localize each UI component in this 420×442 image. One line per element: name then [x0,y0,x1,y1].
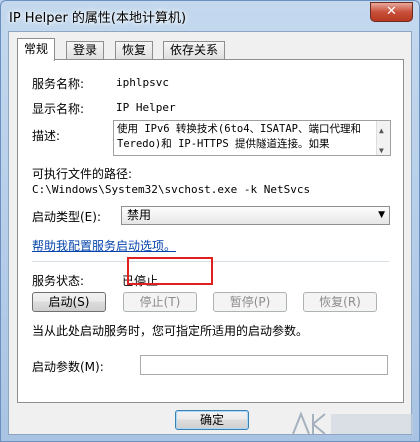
exe-path-value: C:\Windows\System32\svchost.exe -k NetSv… [32,183,311,196]
resume-button[interactable]: 恢复(R) [303,292,377,312]
start-params-hint: 当从此处启动服务时，您可指定所适用的启动参数。 [32,324,309,338]
general-tab-panel: 服务名称: iphlpsvc 显示名称: IP Helper 描述: 使用 IP… [17,59,404,403]
title-bar[interactable]: IP Helper 的属性(本地计算机) ✕ [1,1,419,31]
start-params-label: 启动参数(M): [32,360,104,374]
tab-recovery[interactable]: 恢复 [115,41,154,60]
tab-dependencies[interactable]: 依存关系 [163,41,226,60]
watermark-logo-icon [292,411,413,435]
start-button[interactable]: 启动(S) [32,292,106,312]
exe-path-label: 可执行文件的路径: [32,167,133,181]
tab-logon[interactable]: 登录 [66,41,105,60]
description-scrollbar[interactable]: ▲ ▼ [376,121,390,155]
tab-general[interactable]: 常规 [17,38,56,61]
close-button[interactable]: ✕ [370,2,413,22]
description-text: 使用 IPv6 转换技术(6to4、ISATAP、端口代理和 Teredo)和 … [117,123,361,150]
dialog-client-area: 常规 登录 恢复 依存关系 服务名称: iphlpsvc 显示名称: IP He… [8,31,412,435]
chevron-down-icon: ▼ [378,210,385,220]
scroll-down-icon[interactable]: ▼ [379,143,384,155]
display-name-label: 显示名称: [32,102,85,116]
description-box[interactable]: 使用 IPv6 转换技术(6to4、ISATAP、端口代理和 Teredo)和 … [113,120,391,156]
scroll-up-icon[interactable]: ▲ [379,123,384,138]
startup-type-value: 禁用 [127,208,152,222]
service-name-label: 服务名称: [32,77,85,91]
display-name-value: IP Helper [116,101,176,114]
pause-button[interactable]: 暂停(P) [213,292,287,312]
ok-button[interactable]: 确定 [175,410,249,430]
service-status-label: 服务状态: [32,274,85,288]
startup-type-label: 启动类型(E): [32,210,101,224]
startup-type-select[interactable]: 禁用 ▼ [121,206,390,225]
stop-button[interactable]: 停止(T) [123,292,197,312]
properties-window: IP Helper 的属性(本地计算机) ✕ 常规 登录 恢复 依存关系 服务名… [0,0,420,442]
help-config-link[interactable]: 帮助我配置服务启动选项。 [32,237,176,254]
service-name-value: iphlpsvc [116,76,169,89]
close-icon: ✕ [386,4,397,19]
description-label: 描述: [32,129,61,143]
window-title: IP Helper 的属性(本地计算机) [9,11,187,26]
start-params-input[interactable] [140,355,388,375]
stop-button-highlight [127,257,213,285]
